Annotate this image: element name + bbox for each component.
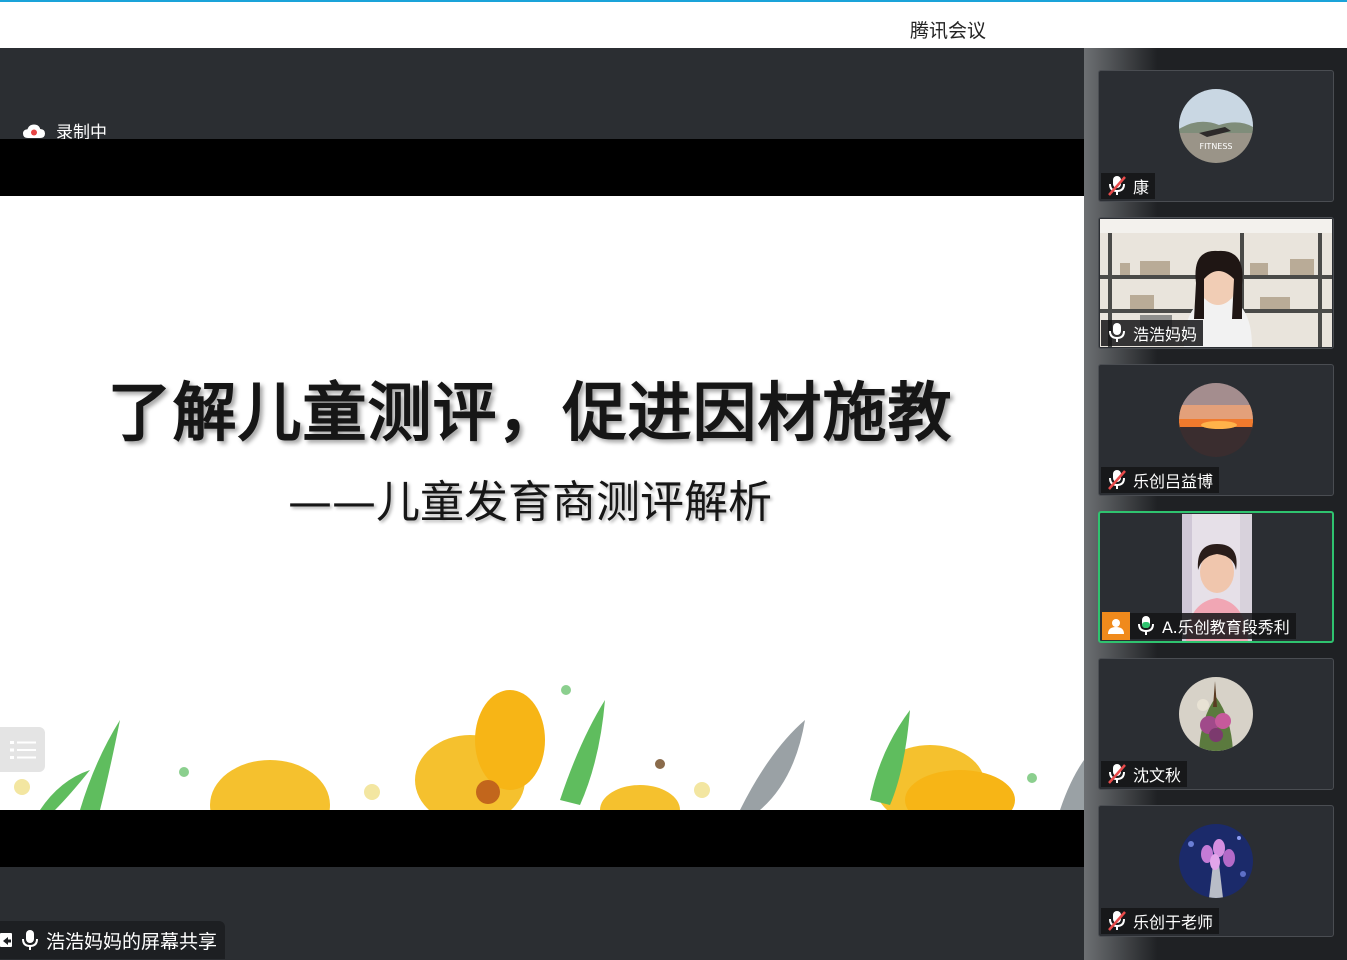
cloud-record-icon — [23, 124, 45, 138]
microphone-speaking-icon — [1138, 616, 1154, 635]
microphone-muted-icon — [1108, 764, 1126, 784]
participant-name: 乐创吕益博 — [1133, 472, 1214, 491]
avatar: FITNESS — [1179, 89, 1253, 163]
participant-name: 乐创于老师 — [1133, 913, 1214, 932]
participant-name: 浩浩妈妈 — [1133, 325, 1198, 344]
screen-share-label: 浩浩妈妈的屏幕共享 — [0, 921, 226, 959]
presentation-slide: 了解儿童测评，促进因材施教 ——儿童发育商测评解析 — [0, 196, 1084, 810]
participant-tile-duan-xiuli[interactable]: A.乐创教育段秀利 — [1098, 511, 1334, 643]
list-icon — [9, 740, 36, 759]
outline-toggle-button[interactable] — [0, 727, 45, 772]
avatar — [1179, 824, 1253, 898]
letterbox-bottom — [0, 810, 1084, 867]
avatar — [1179, 383, 1253, 457]
microphone-muted-icon — [1108, 176, 1126, 196]
microphone-icon — [22, 929, 38, 951]
slide-title: 了解儿童测评，促进因材施教 — [107, 377, 953, 451]
screen-share-text: 浩浩妈妈的屏幕共享 — [46, 930, 218, 953]
microphone-muted-icon — [1108, 470, 1126, 490]
participant-name: A.乐创教育段秀利 — [1162, 618, 1290, 637]
screen-share-icon — [0, 931, 14, 949]
microphone-icon — [1109, 323, 1125, 342]
participant-name: 康 — [1133, 178, 1150, 197]
person-icon — [1102, 612, 1130, 640]
participant-tile-lechuang-lvyibo[interactable]: 乐创吕益博 — [1098, 364, 1334, 496]
flower-decoration — [14, 685, 1084, 810]
avatar — [1179, 677, 1253, 751]
title-bar: 腾讯会议 — [0, 0, 1347, 48]
svg-text:FITNESS: FITNESS — [1199, 142, 1232, 151]
microphone-muted-icon — [1108, 911, 1126, 931]
participant-tile-lechuang-yu-laoshi[interactable]: 乐创于老师 — [1098, 805, 1334, 937]
participant-tile-shen-wenqiu[interactable]: 沈文秋 — [1098, 658, 1334, 790]
participant-name: 沈文秋 — [1133, 766, 1182, 785]
participant-tile-kang[interactable]: FITNESS 康 — [1098, 70, 1334, 202]
shared-screen-area: 录制中 了解儿童测评，促进因材施教 ——儿童发育商测评解析 浩浩妈妈的屏幕共享 — [0, 48, 1084, 960]
participant-tile-haohao-mama[interactable]: 浩浩妈妈 — [1098, 217, 1334, 349]
slide-subtitle: ——儿童发育商测评解析 — [288, 477, 772, 528]
app-title: 腾讯会议 — [910, 20, 987, 42]
letterbox-top — [0, 139, 1084, 196]
